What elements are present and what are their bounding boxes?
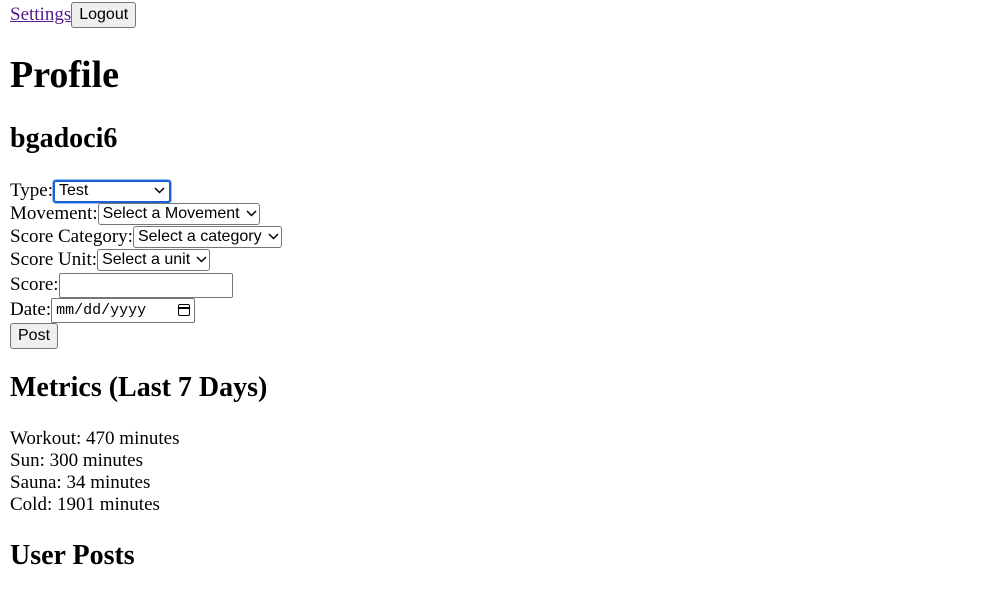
- type-label: Type:: [10, 180, 53, 201]
- chevron-down-icon: [246, 209, 257, 220]
- metrics-heading: Metrics (Last 7 Days): [10, 372, 268, 403]
- type-row: Type: Test: [10, 179, 171, 203]
- movement-select-value: Select a Movement: [102, 205, 240, 222]
- score-category-select-value: Select a category: [137, 228, 262, 245]
- metric-cold: Cold: 1901 minutes: [10, 494, 160, 515]
- score-category-label: Score Category:: [10, 226, 133, 247]
- user-posts-heading: User Posts: [10, 540, 135, 571]
- top-nav: Settings Logout: [10, 2, 137, 28]
- date-row: Date: mm/dd/yyyy: [10, 297, 196, 323]
- movement-select[interactable]: Select a Movement: [97, 203, 260, 225]
- metric-sauna: Sauna: 34 minutes: [10, 472, 151, 493]
- chevron-down-icon: [268, 232, 279, 243]
- score-unit-label: Score Unit:: [10, 249, 98, 270]
- username-heading: bgadoci6: [10, 123, 118, 154]
- score-input[interactable]: [58, 272, 233, 298]
- post-button[interactable]: Post: [10, 323, 59, 349]
- chevron-down-icon: [196, 255, 207, 266]
- movement-label: Movement:: [10, 203, 98, 224]
- date-placeholder: mm/dd/yyyy: [56, 301, 147, 319]
- calendar-icon[interactable]: [178, 304, 191, 316]
- post-row: Post: [10, 323, 59, 349]
- metric-sun: Sun: 300 minutes: [10, 450, 144, 471]
- type-select-value: Test: [59, 182, 89, 199]
- score-row: Score:: [10, 272, 233, 298]
- score-unit-select-value: Select a unit: [102, 251, 191, 268]
- date-label: Date:: [10, 299, 52, 320]
- score-category-select[interactable]: Select a category: [132, 226, 282, 248]
- chevron-down-icon: [154, 186, 165, 197]
- date-input[interactable]: mm/dd/yyyy: [51, 297, 196, 323]
- logout-button[interactable]: Logout: [71, 2, 137, 28]
- score-unit-row: Score Unit: Select a unit: [10, 248, 211, 272]
- score-label: Score:: [10, 274, 59, 295]
- settings-link[interactable]: Settings: [10, 4, 71, 26]
- type-select[interactable]: Test: [53, 179, 171, 203]
- movement-row: Movement: Select a Movement: [10, 202, 260, 226]
- score-category-row: Score Category: Select a category: [10, 225, 282, 249]
- metric-workout: Workout: 470 minutes: [10, 428, 180, 449]
- page-title: Profile: [10, 54, 120, 96]
- score-unit-select[interactable]: Select a unit: [97, 249, 211, 271]
